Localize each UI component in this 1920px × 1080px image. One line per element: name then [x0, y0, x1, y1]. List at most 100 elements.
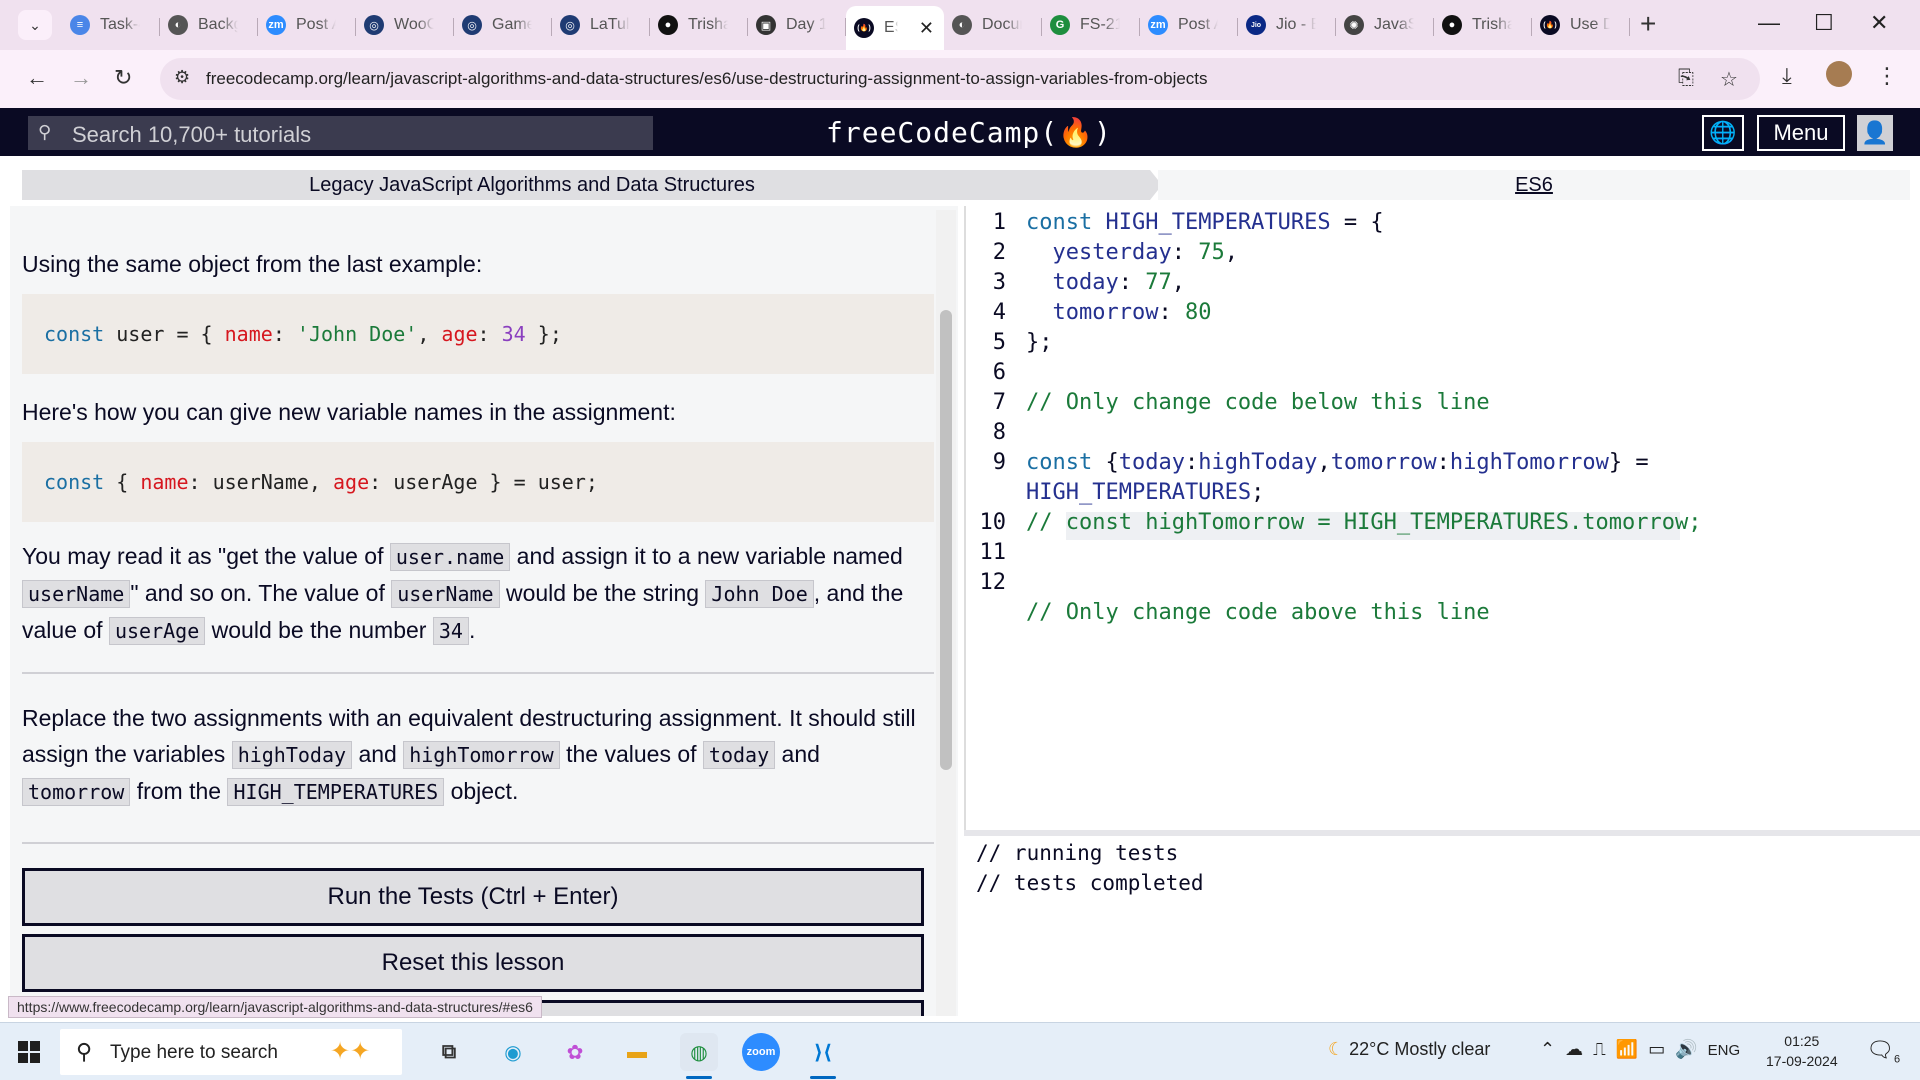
copilot-icon[interactable]: ✿ — [556, 1033, 594, 1071]
code-line[interactable]: const {today:highToday,tomorrow:highTomo… — [1026, 450, 1649, 475]
tab-strip: ⌄ ≡ Task-4 ◐ Background zm Post A ◎ WooCommerce… — [0, 0, 1920, 50]
browser-tab[interactable]: ◐ Documentation — [944, 6, 1042, 44]
test-console: // running tests // tests completed — [966, 836, 1912, 1016]
text: the values of — [559, 741, 703, 767]
battery-icon[interactable]: ▭ — [1648, 1039, 1665, 1059]
text: would be the number — [205, 617, 433, 643]
browser-tab[interactable]: G FS-21 — [1042, 6, 1140, 44]
menu-button[interactable]: Menu — [1757, 115, 1845, 151]
file-explorer-icon[interactable]: ▬ — [618, 1033, 656, 1071]
inline-code: today — [702, 741, 776, 769]
browser-tab[interactable]: ◎ Game — [454, 6, 552, 44]
code-line[interactable]: // Only change code above this line — [1026, 600, 1490, 625]
line-number: 9 — [992, 450, 1006, 475]
weather-text: 22°C Mostly clear — [1349, 1039, 1491, 1059]
search-icon: ⚲ — [76, 1039, 93, 1064]
browser-tab[interactable]: zm Post A — [1140, 6, 1238, 44]
line-number: 5 — [992, 330, 1006, 355]
close-window-icon[interactable]: ✕ — [1870, 10, 1888, 36]
code-line[interactable]: // Only change code below this line — [1026, 390, 1490, 415]
tab-title: Trisha — [1472, 16, 1512, 33]
language-indicator[interactable]: ENG — [1708, 1042, 1741, 1059]
code-line[interactable]: }; — [1026, 330, 1053, 355]
vscode-icon[interactable]: ⟩⟨ — [804, 1033, 842, 1079]
forward-arrow-icon[interactable]: → — [70, 65, 92, 91]
usb-icon[interactable]: ⎍ — [1593, 1039, 1606, 1059]
code-line[interactable]: tomorrow: 80 — [1026, 300, 1212, 325]
close-tab-icon[interactable]: ✕ — [919, 18, 934, 39]
weather-widget[interactable]: ☾ 22°C Mostly clear — [1328, 1039, 1490, 1060]
browser-tab[interactable]: ◎ WooCommerce — [356, 6, 454, 44]
globe-icon: ◐ — [168, 15, 188, 35]
wifi-icon[interactable]: 📶 — [1616, 1039, 1638, 1059]
back-arrow-icon[interactable]: ← — [26, 65, 48, 91]
address-bar[interactable]: ⚙ freecodecamp.org/learn/javascript-algo… — [160, 58, 1760, 100]
breadcrumb-section[interactable]: ES6 — [1158, 170, 1910, 200]
browser-tab[interactable]: ≡ Task-4 — [62, 6, 160, 44]
install-app-icon[interactable]: ⎘ — [1678, 67, 1694, 90]
code-line[interactable]: today: 77, — [1026, 270, 1185, 295]
browser-tab[interactable]: Jio Jio - B — [1238, 6, 1336, 44]
search-icon: ⚲ — [38, 122, 52, 142]
notification-count: 6 — [1893, 1053, 1901, 1066]
image-icon: ▣ — [756, 15, 776, 35]
instructions-scrollbar[interactable] — [936, 210, 956, 1016]
reset-lesson-button[interactable]: Reset this lesson — [22, 934, 924, 992]
reload-icon[interactable]: ↻ — [114, 65, 132, 91]
divider — [22, 842, 934, 844]
maximize-icon[interactable]: ☐ — [1814, 10, 1834, 36]
browser-tab[interactable]: ◎ LaTuli — [552, 6, 650, 44]
windows-start-icon[interactable] — [18, 1041, 40, 1063]
browser-tab[interactable]: ✺ JavaScript — [1336, 6, 1434, 44]
zoom-icon[interactable]: zoom — [742, 1033, 780, 1071]
browser-tab[interactable]: ◐ Background — [160, 6, 258, 44]
chevron-up-icon[interactable]: ⌃ — [1540, 1039, 1555, 1059]
code-line[interactable]: HIGH_TEMPERATURES; — [1026, 480, 1264, 505]
tutorial-search-input[interactable]: ⚲ Search 10,700+ tutorials — [28, 116, 653, 150]
browser-tab[interactable]: (🔥) Use D — [1532, 6, 1630, 44]
browser-tab[interactable]: ● Trisha — [650, 6, 748, 44]
run-tests-button[interactable]: Run the Tests (Ctrl + Enter) — [22, 868, 924, 926]
fcc-logo[interactable]: freeCodeCamp(🔥) — [826, 116, 1112, 149]
browser-tab[interactable]: (🔥) ES6 ✕ — [846, 6, 944, 50]
tab-search-button[interactable]: ⌄ — [18, 10, 52, 40]
tab-title: JavaScript — [1374, 16, 1414, 33]
code-editor[interactable]: 1 2 3 4 5 6 7 8 9 10 11 12 const HIGH_TEMPERATURES … — [964, 206, 1912, 830]
user-avatar-icon[interactable]: 👤 — [1857, 115, 1893, 151]
download-icon[interactable]: ⤓ — [1782, 63, 1792, 89]
clock[interactable]: 01:25 17-09-2024 — [1766, 1031, 1838, 1071]
chrome-icon[interactable]: ◍ — [680, 1033, 718, 1079]
notification-icon[interactable]: 🗨6 — [1866, 1037, 1900, 1065]
taskbar-search-input[interactable]: ⚲ Type here to search ✦✦ — [60, 1029, 402, 1075]
inline-code: John Doe — [705, 580, 814, 608]
inline-code: HIGH_TEMPERATURES — [227, 778, 445, 806]
text: and — [775, 741, 820, 767]
language-globe-icon[interactable]: 🌐 — [1702, 115, 1744, 151]
code-line[interactable]: yesterday: 75, — [1026, 240, 1238, 265]
browser-tab[interactable]: ▣ Day 1 — [748, 6, 846, 44]
minimize-icon[interactable]: — — [1758, 10, 1780, 36]
tab-title: Task-4 — [100, 16, 140, 33]
url-text[interactable]: freecodecamp.org/learn/javascript-algori… — [206, 69, 1208, 89]
instruction-paragraph: You may read it as "get the value of use… — [22, 538, 934, 649]
line-number: 3 — [992, 270, 1006, 295]
more-menu-icon[interactable]: ⋮ — [1876, 63, 1898, 89]
site-settings-icon[interactable]: ⚙ — [174, 67, 190, 88]
text: . — [468, 617, 476, 643]
new-tab-plus-icon[interactable]: + — [1640, 8, 1656, 40]
profile-avatar[interactable] — [1826, 61, 1852, 87]
scrollbar-thumb[interactable] — [940, 310, 952, 770]
browser-tab[interactable]: ● Trisha — [1434, 6, 1532, 44]
chevron-down-icon: ⌄ — [29, 16, 41, 33]
edge-icon[interactable]: ◉ — [494, 1033, 532, 1071]
browser-tab[interactable]: zm Post A — [258, 6, 356, 44]
system-tray[interactable]: ⌃ ☁ ⎍ 📶 ▭ 🔊 ENG — [1540, 1039, 1740, 1060]
cloud-icon[interactable]: ☁ — [1565, 1039, 1583, 1059]
volume-icon[interactable]: 🔊 — [1675, 1039, 1697, 1059]
code-line[interactable]: // const highTomorrow = HIGH_TEMPERATURE… — [1026, 510, 1702, 535]
line-number: 11 — [979, 540, 1007, 565]
task-view-icon[interactable]: ⧉ — [430, 1033, 468, 1071]
code-line[interactable]: const HIGH_TEMPERATURES = { — [1026, 210, 1384, 235]
bookmark-star-icon[interactable]: ☆ — [1720, 67, 1738, 92]
breadcrumb-course[interactable]: Legacy JavaScript Algorithms and Data St… — [22, 170, 1162, 200]
